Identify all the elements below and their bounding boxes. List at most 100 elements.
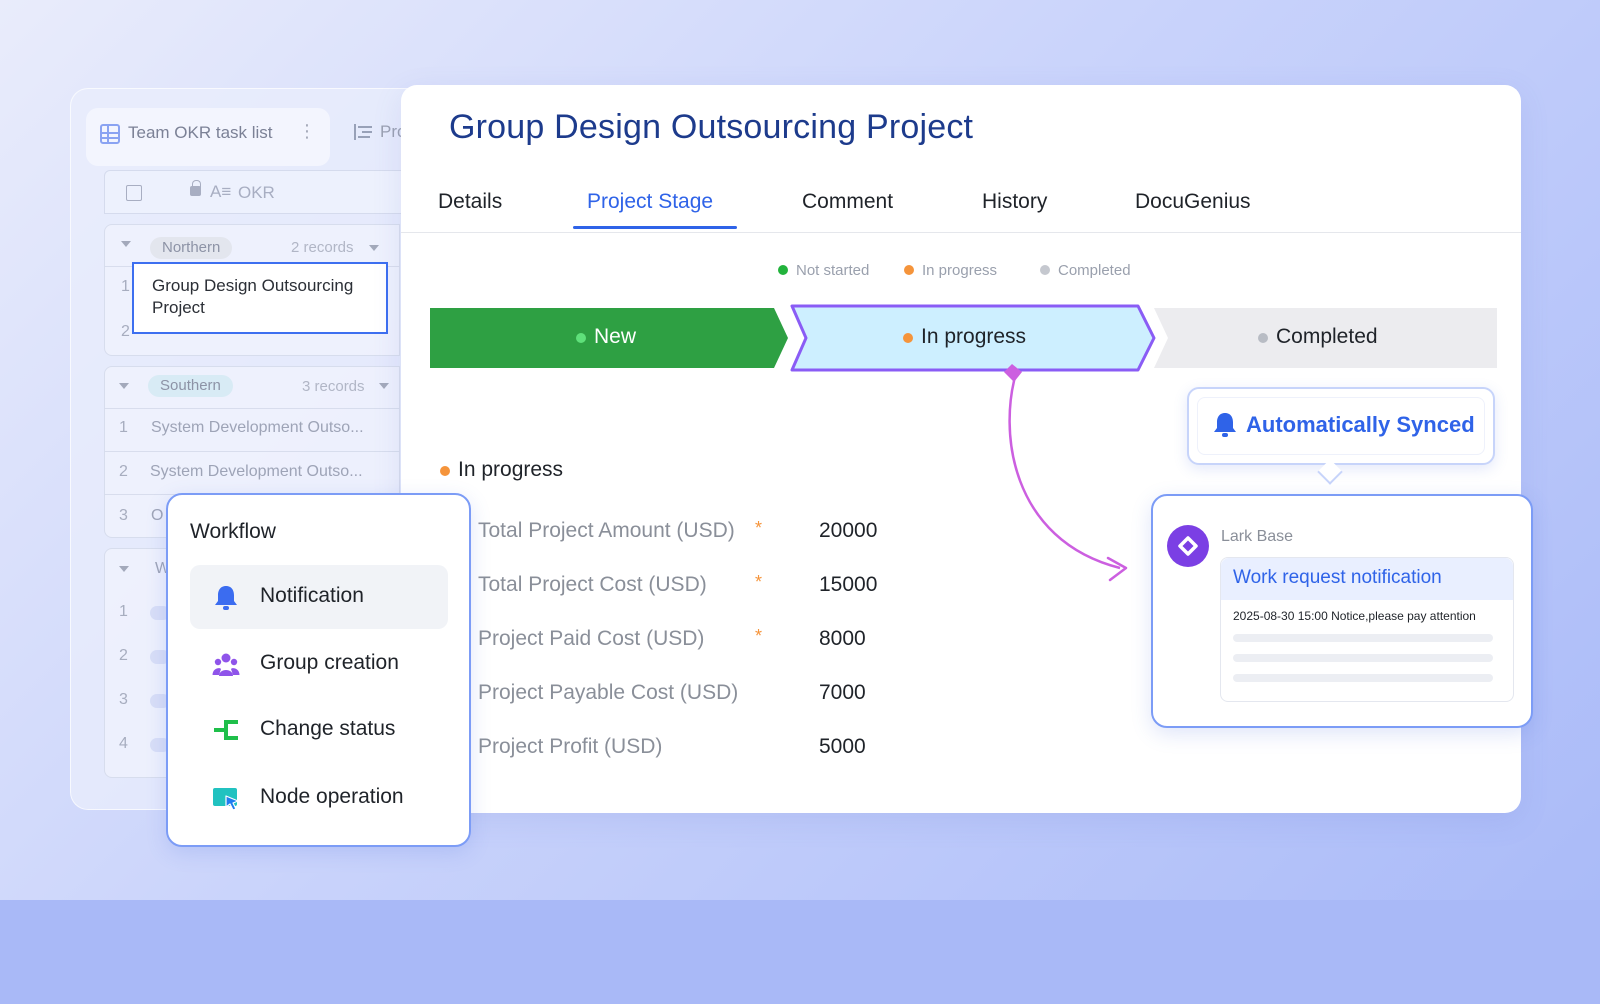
tab-docugenius[interactable]: DocuGenius: [1135, 190, 1251, 214]
row-number: 2: [121, 323, 130, 340]
row-text[interactable]: System Development Outso...: [151, 419, 364, 437]
row-number: 2: [119, 463, 128, 480]
field-value[interactable]: 8000: [819, 627, 866, 651]
record-count: 2 records: [291, 239, 354, 256]
required-mark: *: [755, 626, 763, 646]
field-label: Total Project Cost (USD): [478, 573, 707, 596]
synced-label: Automatically Synced: [1246, 412, 1475, 437]
tab-comment[interactable]: Comment: [802, 190, 893, 214]
group-tag: Southern: [148, 375, 233, 397]
workflow-item-notification[interactable]: Notification: [190, 565, 448, 629]
tab-history[interactable]: History: [982, 190, 1047, 214]
selected-cell-okr[interactable]: Group Design Outsourcing Project: [132, 262, 388, 334]
active-tab-indicator: [573, 226, 737, 229]
stage-dot: [1258, 333, 1268, 343]
caret-down-icon[interactable]: [119, 566, 129, 572]
notification-body: 2025-08-30 15:00 Notice,please pay atten…: [1233, 609, 1476, 623]
cell-text: Group Design Outsourcing Project: [152, 276, 354, 317]
background-band: [0, 900, 1600, 1004]
legend-label: In progress: [922, 262, 998, 279]
field-header-okr[interactable]: OKR: [238, 183, 275, 203]
caret-down-icon[interactable]: [369, 245, 379, 251]
legend-in-progress: In progress: [904, 262, 997, 279]
legend-dot: [904, 265, 914, 275]
status-dot: [440, 466, 450, 476]
workflow-item-group-creation[interactable]: Group creation: [190, 632, 448, 696]
caret-down-icon[interactable]: [379, 383, 389, 389]
tab-divider: [401, 232, 1521, 233]
placeholder-line: [1233, 654, 1493, 662]
placeholder-line: [1233, 634, 1493, 642]
workflow-item-label: Node operation: [260, 785, 404, 808]
status-icon: [214, 720, 238, 740]
group-icon: [212, 653, 240, 676]
row-divider: [104, 451, 400, 452]
current-stage: In progress: [440, 458, 563, 482]
row-number: 1: [121, 278, 130, 295]
stage-completed[interactable]: Completed: [1258, 325, 1378, 349]
row-text[interactable]: O: [151, 507, 163, 525]
required-mark: *: [755, 518, 763, 538]
legend-label: Completed: [1058, 262, 1131, 279]
placeholder-line: [1233, 674, 1493, 682]
text-field-icon: A≡: [210, 182, 232, 201]
field-label: Project Profit (USD): [478, 735, 663, 758]
workflow-item-label: Notification: [260, 584, 364, 607]
record-count: 3 records: [302, 378, 365, 395]
more-vertical-icon[interactable]: ⋮: [298, 122, 316, 140]
bell-icon: [215, 586, 237, 610]
stage-label: New: [594, 325, 637, 348]
row-number: 1: [119, 419, 128, 436]
row-number: 3: [119, 507, 128, 524]
view-tab-okr[interactable]: Team OKR task list ⋮: [86, 108, 330, 166]
caret-down-icon[interactable]: [119, 383, 129, 389]
field-label: Total Project Amount (USD): [478, 519, 735, 542]
caret-down-icon[interactable]: [121, 241, 131, 247]
stage-in-progress[interactable]: In progress: [903, 325, 1026, 349]
stage-dot: [903, 333, 913, 343]
row-divider: [104, 408, 400, 409]
tab-project-stage[interactable]: Project Stage: [587, 190, 713, 214]
stage-dot: [576, 333, 586, 343]
field-value[interactable]: 15000: [819, 573, 877, 597]
legend-dot: [778, 265, 788, 275]
required-mark: *: [755, 572, 763, 592]
stage-new[interactable]: New: [576, 325, 636, 349]
legend-dot: [1040, 265, 1050, 275]
gantt-icon: [354, 124, 372, 140]
legend-not-started: Not started: [778, 262, 869, 279]
sync-connector-line: [1008, 369, 1121, 570]
workflow-item-change-status[interactable]: Change status: [190, 698, 448, 762]
notification-title: Work request notification: [1233, 567, 1442, 588]
row-number: 2: [119, 647, 128, 664]
row-number: 1: [119, 603, 128, 620]
field-label: Project Payable Cost (USD): [478, 681, 739, 704]
select-all-checkbox[interactable]: [126, 185, 142, 201]
lark-base-logo: [1167, 525, 1209, 567]
group-tag: Northern: [150, 237, 233, 259]
field-label: Project Paid Cost (USD): [478, 627, 705, 650]
stage-label: In progress: [921, 325, 1027, 348]
row-number: 4: [119, 735, 128, 752]
workflow-item-label: Change status: [260, 717, 396, 740]
stage-label: Completed: [1276, 325, 1378, 348]
field-value[interactable]: 20000: [819, 519, 877, 543]
bell-icon: [1214, 413, 1236, 437]
field-value[interactable]: 7000: [819, 681, 866, 705]
node-cursor-icon: [213, 788, 239, 811]
legend-label: Not started: [796, 262, 870, 279]
record-title: Group Design Outsourcing Project: [449, 108, 974, 146]
workflow-item-node-operation[interactable]: Node operation: [190, 766, 448, 830]
workflow-item-label: Group creation: [260, 651, 399, 674]
legend-completed: Completed: [1040, 262, 1131, 279]
app-name: Lark Base: [1221, 528, 1294, 545]
grid-table-icon: [100, 124, 120, 144]
row-text[interactable]: System Development Outso...: [150, 463, 363, 481]
field-value[interactable]: 5000: [819, 735, 866, 759]
workflow-title: Workflow: [190, 520, 276, 543]
tab-details[interactable]: Details: [438, 190, 502, 214]
arrowhead-icon: [1106, 556, 1128, 582]
current-stage-label: In progress: [458, 458, 564, 481]
view-tab-label: Team OKR task list: [128, 123, 273, 142]
lock-icon: [190, 180, 201, 196]
